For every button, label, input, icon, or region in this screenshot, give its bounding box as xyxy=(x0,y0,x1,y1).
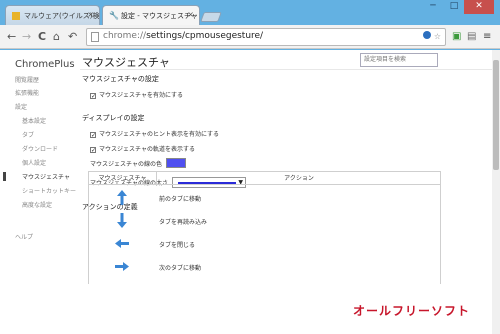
line-color-picker[interactable] xyxy=(166,158,186,168)
display-settings-heading: ディスプレイの設定 xyxy=(82,114,145,122)
sidebar-item-personal[interactable]: 個人設定 xyxy=(22,158,46,167)
omnibox-icons: ☆ xyxy=(423,31,441,41)
tab-settings-mousegesture[interactable]: 🔧 設定 - マウスジェスチャ × xyxy=(102,5,200,26)
gesture-settings-heading: マウスジェスチャの設定 xyxy=(82,75,159,83)
trail-label: マウスジェスチャの軌道を表示する xyxy=(99,146,195,153)
extension-icon[interactable]: ▣ xyxy=(452,30,461,44)
action-label: タブを再読み込み xyxy=(159,219,208,226)
home-button[interactable]: ⌂ xyxy=(53,29,60,45)
table-row[interactable]: 前のタブに移動 xyxy=(89,186,440,209)
enable-gesture-row[interactable]: ✓ マウスジェスチャを有効にする xyxy=(90,90,184,100)
line-color-label: マウスジェスチャの線の色 xyxy=(90,161,162,168)
table-row[interactable]: 次のタブに移動 xyxy=(89,255,440,278)
close-window-button[interactable]: ✕ xyxy=(464,0,494,14)
reload-button[interactable]: C xyxy=(38,29,46,45)
tab-close-icon[interactable]: × xyxy=(187,10,194,19)
tab-strip: マルウェア(ウイルス)検出率 × 🔧 設定 - マウスジェスチャ × ─ □ ✕ xyxy=(0,0,500,26)
sidebar-item-tabs[interactable]: タブ xyxy=(22,130,34,139)
table-row[interactable]: タブを再読み込み xyxy=(89,209,440,232)
sidebar-item-advanced[interactable]: 高度な設定 xyxy=(22,200,52,209)
column-header-gesture: マウスジェスチャ xyxy=(89,172,157,185)
enable-gesture-checkbox[interactable]: ✓ xyxy=(90,93,96,100)
table-row[interactable]: タブを閉じる xyxy=(89,232,440,255)
tab-malware-rate[interactable]: マルウェア(ウイルス)検出率 × xyxy=(5,5,100,26)
page-scrollbar[interactable] xyxy=(492,50,500,334)
right-arrow-icon xyxy=(115,262,129,271)
scrollbar-thumb[interactable] xyxy=(493,60,499,170)
page-icon xyxy=(91,32,99,42)
minimize-button[interactable]: ─ xyxy=(422,0,444,14)
url-path: settings/cpmousegesture/ xyxy=(146,31,264,41)
sidebar-item-history[interactable]: 閲覧履歴 xyxy=(15,75,39,84)
tab-close-icon[interactable]: × xyxy=(87,10,94,19)
sidebar-item-settings[interactable]: 設定 xyxy=(15,102,27,111)
trail-row[interactable]: ✓ マウスジェスチャの軌道を表示する xyxy=(90,144,195,154)
history-button[interactable]: ↶ xyxy=(68,29,77,45)
sidebar-item-mousegesture[interactable]: マウスジェスチャ xyxy=(22,172,70,181)
url-text: chrome://settings/cpmousegesture/ xyxy=(103,31,263,41)
column-header-action: アクション xyxy=(157,172,441,185)
up-arrow-icon xyxy=(117,190,127,205)
extension-2-icon[interactable]: ▤ xyxy=(467,30,476,44)
sidebar-item-help[interactable]: ヘルプ xyxy=(15,232,33,241)
hint-label: マウスジェスチャのヒント表示を有効にする xyxy=(99,131,220,138)
wrench-icon: 🔧 xyxy=(109,11,119,20)
browser-toolbar: ← → C ⌂ ↶ chrome://settings/cpmousegestu… xyxy=(0,25,500,49)
left-arrow-icon xyxy=(115,239,129,248)
back-button[interactable]: ← xyxy=(7,29,16,45)
title-divider xyxy=(80,69,492,70)
hint-checkbox[interactable]: ✓ xyxy=(90,132,96,139)
trail-checkbox[interactable]: ✓ xyxy=(90,147,96,154)
settings-search-input[interactable] xyxy=(360,53,438,67)
address-bar[interactable]: chrome://settings/cpmousegesture/ ☆ xyxy=(86,28,446,46)
sidebar-item-basic[interactable]: 基本設定 xyxy=(22,116,46,125)
down-arrow-icon xyxy=(117,213,127,228)
hint-row[interactable]: ✓ マウスジェスチャのヒント表示を有効にする xyxy=(90,129,220,139)
action-label: 前のタブに移動 xyxy=(159,196,202,203)
action-label: 次のタブに移動 xyxy=(159,265,202,272)
info-icon[interactable] xyxy=(423,31,432,39)
site-favicon-icon xyxy=(12,12,20,20)
browser-window: マルウェア(ウイルス)検出率 × 🔧 設定 - マウスジェスチャ × ─ □ ✕… xyxy=(0,0,500,334)
page-title: マウスジェスチャ xyxy=(82,56,170,69)
watermark-logo: オールフリーソフト xyxy=(353,304,471,318)
maximize-button[interactable]: □ xyxy=(444,0,464,14)
star-icon[interactable]: ☆ xyxy=(434,32,441,41)
new-tab-button[interactable] xyxy=(200,12,222,22)
menu-button[interactable]: ≡ xyxy=(483,30,491,44)
url-scheme: chrome:// xyxy=(103,31,147,41)
selected-indicator xyxy=(3,172,6,181)
enable-gesture-label: マウスジェスチャを有効にする xyxy=(99,92,184,99)
sidebar-item-downloads[interactable]: ダウンロード xyxy=(22,144,58,153)
gesture-action-table: マウスジェスチャ アクション 前のタブに移動 タブを再読み込み タブを閉じる 次… xyxy=(88,171,441,284)
sidebar-item-shortcuts[interactable]: ショートカットキー xyxy=(22,186,76,195)
brand-name: ChromePlus xyxy=(15,59,75,70)
action-label: タブを閉じる xyxy=(159,242,196,249)
sidebar-item-extensions[interactable]: 拡張機能 xyxy=(15,88,39,97)
forward-button[interactable]: → xyxy=(22,29,31,45)
